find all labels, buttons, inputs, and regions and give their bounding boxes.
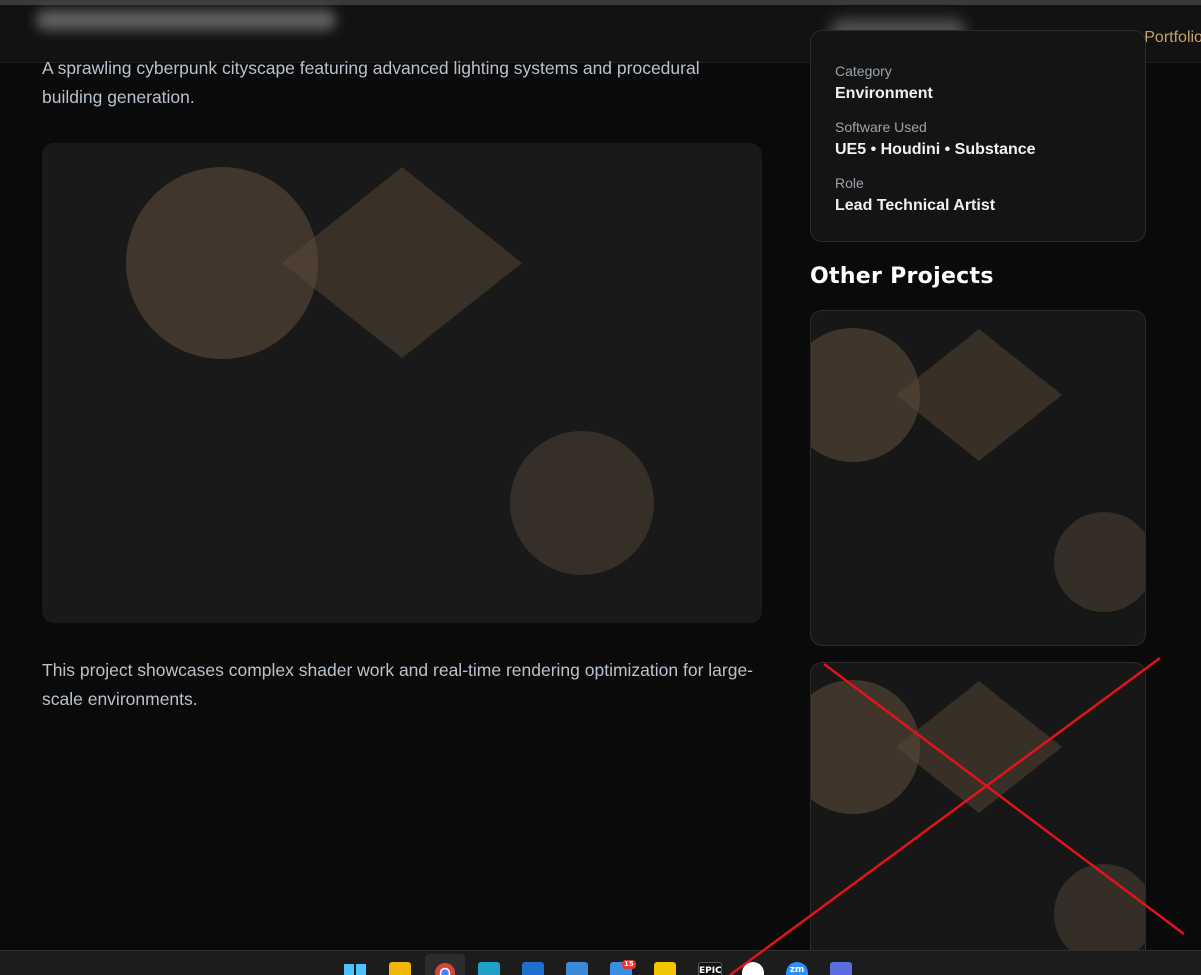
unreal-engine-icon[interactable] bbox=[742, 962, 764, 975]
other-project-thumbnail-2 bbox=[811, 680, 1145, 964]
app-icon-purple[interactable] bbox=[830, 962, 852, 975]
blurred-project-title bbox=[36, 10, 336, 30]
zoom-icon[interactable]: zm bbox=[786, 962, 808, 975]
notepad-icon[interactable] bbox=[566, 962, 588, 975]
app-icon-blue-shield[interactable] bbox=[478, 962, 500, 975]
hero-placeholder-art bbox=[126, 167, 654, 575]
thumb2-circle-small bbox=[1054, 864, 1145, 964]
project-info-card: Category Environment Software Used UE5 •… bbox=[810, 30, 1146, 242]
hero-diamond bbox=[282, 167, 522, 358]
other-project-card-2[interactable] bbox=[810, 662, 1146, 975]
windows-start-icon[interactable] bbox=[344, 962, 366, 975]
project-body-text: This project showcases complex shader wo… bbox=[42, 660, 754, 709]
software-value: UE5 • Houdini • Substance bbox=[835, 141, 1036, 158]
software-label: Software Used bbox=[835, 119, 927, 135]
windows-taskbar: 15 EPIC zm bbox=[0, 950, 1201, 975]
project-lead-text: A sprawling cyberpunk cityscape featurin… bbox=[42, 58, 700, 107]
app-icon-yellow[interactable] bbox=[654, 962, 676, 975]
thumb1-circle-small bbox=[1054, 512, 1145, 612]
portfolio-project-page: ← Back to Portfolio A sprawling cyberpun… bbox=[0, 0, 1201, 975]
other-projects-heading: Other Projects bbox=[810, 264, 994, 289]
role-label: Role bbox=[835, 175, 864, 191]
mail-app-icon[interactable]: 15 bbox=[610, 960, 636, 975]
chrome-icon[interactable] bbox=[434, 962, 456, 975]
file-explorer-icon[interactable] bbox=[389, 962, 411, 975]
epic-games-icon[interactable]: EPIC bbox=[698, 962, 722, 975]
thumb1-diamond bbox=[896, 329, 1062, 461]
project-hero-image bbox=[42, 143, 762, 623]
mail-badge: 15 bbox=[622, 960, 636, 969]
other-project-thumbnail-1 bbox=[811, 328, 1145, 612]
app-icon-blue-square[interactable] bbox=[522, 962, 544, 975]
role-value: Lead Technical Artist bbox=[835, 197, 996, 214]
hero-circle-small bbox=[510, 431, 654, 575]
category-label: Category bbox=[835, 63, 892, 79]
other-project-card-1[interactable] bbox=[810, 310, 1146, 646]
category-value: Environment bbox=[835, 85, 933, 102]
thumb2-diamond bbox=[896, 681, 1062, 813]
